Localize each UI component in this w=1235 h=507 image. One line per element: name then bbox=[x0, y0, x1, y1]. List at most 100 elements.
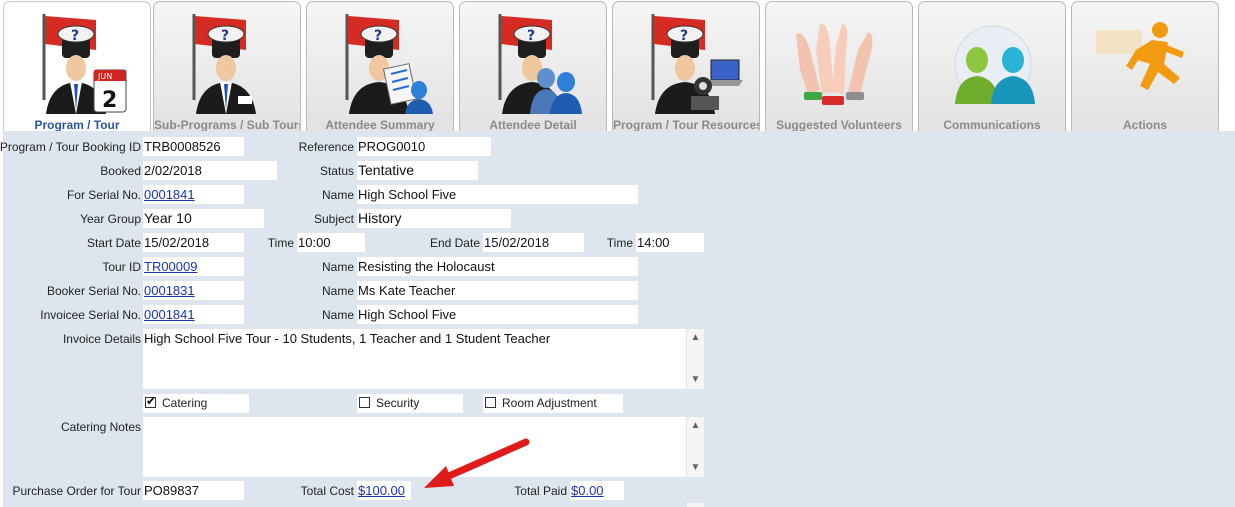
svg-text:?: ? bbox=[71, 28, 79, 44]
tab-communications[interactable]: Communications bbox=[918, 1, 1066, 131]
end-time-label: Time bbox=[606, 236, 633, 250]
booking-id-field[interactable]: TRB0008526 bbox=[143, 137, 244, 156]
invoice-details-label: Invoice Details bbox=[62, 332, 141, 346]
tab-label: Communications bbox=[943, 118, 1041, 131]
tab-actions[interactable]: Actions bbox=[1071, 1, 1219, 131]
booked-date-field[interactable]: 2/02/2018 bbox=[143, 161, 277, 180]
end-date-field[interactable]: 15/02/2018 bbox=[483, 233, 584, 252]
tab-label: Program / Tour bbox=[34, 118, 120, 131]
end-time-field[interactable]: 14:00 bbox=[636, 233, 704, 252]
purchase-order-label: Purchase Order for Tour bbox=[12, 484, 141, 498]
catering-checkbox[interactable]: ✔ bbox=[145, 394, 157, 409]
tab-strip: ? JUN 2 Program / Tour ? Sub-Programs / … bbox=[0, 0, 1235, 131]
year-group-label: Year Group bbox=[80, 212, 141, 226]
scroll-up-icon[interactable]: ▲ bbox=[687, 330, 704, 346]
tab-attendee-summary[interactable]: ? Attendee Summary bbox=[306, 1, 454, 131]
total-paid-link[interactable]: $0.00 bbox=[571, 483, 604, 498]
serial-label: For Serial No. bbox=[66, 188, 141, 202]
start-time-label: Time bbox=[267, 236, 294, 250]
scroll-down-icon[interactable]: ▼ bbox=[687, 460, 704, 476]
serial-link[interactable]: 0001841 bbox=[144, 187, 195, 202]
start-date-label: Start Date bbox=[86, 236, 141, 250]
tour-id-label: Tour ID bbox=[102, 260, 141, 274]
svg-text:?: ? bbox=[680, 28, 688, 44]
check-icon: ✔ bbox=[146, 394, 157, 409]
tab-label: Sub-Programs / Sub Tours bbox=[154, 118, 301, 131]
invoicee-serial-link[interactable]: 0001841 bbox=[144, 307, 195, 322]
manager-badge-icon: ? bbox=[192, 14, 256, 114]
invoice-details-text: High School Five Tour - 10 Students, 1 T… bbox=[144, 331, 551, 346]
year-group-field[interactable]: Year 10 bbox=[143, 209, 264, 228]
tour-id-link[interactable]: TR00009 bbox=[144, 259, 197, 274]
purchase-order-field[interactable]: PO89837 bbox=[143, 481, 244, 500]
tour-name-field[interactable]: Resisting the Holocaust bbox=[357, 257, 638, 276]
invoicee-name-field[interactable]: High School Five bbox=[357, 305, 638, 324]
reference-field[interactable]: PROG0010 bbox=[357, 137, 491, 156]
subject-label: Subject bbox=[313, 212, 354, 226]
tab-attendee-detail[interactable]: ? Attendee Detail bbox=[459, 1, 607, 131]
scroll-up-icon[interactable]: ▲ bbox=[687, 418, 704, 434]
total-cost-label: Total Cost bbox=[300, 484, 354, 498]
subject-field[interactable]: History bbox=[357, 209, 511, 228]
tab-sub-programs[interactable]: ? Sub-Programs / Sub Tours bbox=[153, 1, 301, 131]
booker-serial-link[interactable]: 0001831 bbox=[144, 283, 195, 298]
catering-notes-label: Catering Notes bbox=[60, 420, 141, 434]
manager-attendees-icon: ? bbox=[498, 14, 582, 114]
booking-form-panel: Program / Tour Booking ID TRB0008526 Ref… bbox=[0, 131, 1235, 507]
svg-text:2: 2 bbox=[102, 88, 117, 113]
booking-id-label: Program / Tour Booking ID bbox=[0, 140, 141, 154]
booker-serial-field[interactable]: 0001831 bbox=[143, 281, 244, 300]
running-man-icon bbox=[1096, 22, 1184, 90]
start-date-field[interactable]: 15/02/2018 bbox=[143, 233, 244, 252]
total-paid-field[interactable]: $0.00 bbox=[570, 481, 624, 500]
security-label: Security bbox=[376, 396, 420, 410]
booker-name-label: Name bbox=[321, 284, 354, 298]
tab-program-resources[interactable]: ? Program / Tour Resources bbox=[612, 1, 760, 131]
svg-text:JUN: JUN bbox=[97, 72, 112, 81]
booked-label: Booked bbox=[100, 164, 141, 178]
people-communication-icon bbox=[954, 25, 1035, 104]
catering-label: Catering bbox=[162, 396, 208, 410]
manager-attendee-list-icon: ? bbox=[345, 14, 433, 114]
invoice-details-scrollbar[interactable]: ▲ ▼ bbox=[686, 329, 704, 389]
room-adjustment-checkbox[interactable] bbox=[485, 397, 496, 409]
security-checkbox-row[interactable]: Security bbox=[357, 394, 463, 413]
scroll-down-icon[interactable]: ▼ bbox=[687, 372, 704, 388]
invoicee-serial-label: Invoicee Serial No. bbox=[40, 308, 141, 322]
status-field[interactable]: Tentative bbox=[357, 161, 478, 180]
tab-label: Attendee Summary bbox=[325, 118, 435, 131]
room-adjustment-label: Room Adjustment bbox=[502, 396, 597, 410]
tour-name-label: Name bbox=[321, 260, 354, 274]
svg-text:?: ? bbox=[221, 28, 229, 44]
manager-calendar-icon: ? JUN 2 bbox=[42, 14, 127, 114]
manager-resources-icon: ? bbox=[651, 14, 743, 114]
invoicee-name-label: Name bbox=[321, 308, 354, 322]
raised-hands-icon bbox=[796, 23, 873, 105]
tab-label: Actions bbox=[1122, 118, 1167, 131]
svg-text:?: ? bbox=[374, 28, 382, 44]
tab-suggested-volunteers[interactable]: Suggested Volunteers bbox=[765, 1, 913, 131]
catering-checkbox-row[interactable]: ✔ Catering bbox=[143, 394, 249, 413]
annotation-arrow-icon bbox=[424, 438, 530, 488]
invoice-details-textarea[interactable]: High School Five Tour - 10 Students, 1 T… bbox=[143, 329, 704, 389]
tab-label: Attendee Detail bbox=[489, 118, 577, 131]
serial-field[interactable]: 0001841 bbox=[143, 185, 244, 204]
booker-serial-label: Booker Serial No. bbox=[46, 284, 141, 298]
tab-label: Suggested Volunteers bbox=[776, 118, 902, 131]
catering-notes-scrollbar[interactable]: ▲ ▼ bbox=[686, 417, 704, 477]
tour-id-field[interactable]: TR00009 bbox=[143, 257, 244, 276]
name-field[interactable]: High School Five bbox=[357, 185, 638, 204]
svg-text:?: ? bbox=[527, 28, 535, 44]
tab-program-tour[interactable]: ? JUN 2 Program / Tour bbox=[3, 1, 151, 131]
reference-label: Reference bbox=[298, 140, 354, 154]
end-date-label: End Date bbox=[429, 236, 480, 250]
tab-label: Program / Tour Resources bbox=[613, 118, 760, 131]
start-time-field[interactable]: 10:00 bbox=[297, 233, 365, 252]
next-textarea-edge bbox=[687, 503, 704, 507]
status-label: Status bbox=[319, 164, 354, 178]
security-checkbox[interactable] bbox=[359, 397, 370, 409]
booker-name-field[interactable]: Ms Kate Teacher bbox=[357, 281, 638, 300]
room-adjustment-checkbox-row[interactable]: Room Adjustment bbox=[483, 394, 623, 413]
total-cost-link[interactable]: $100.00 bbox=[358, 483, 405, 498]
invoicee-serial-field[interactable]: 0001841 bbox=[143, 305, 244, 324]
